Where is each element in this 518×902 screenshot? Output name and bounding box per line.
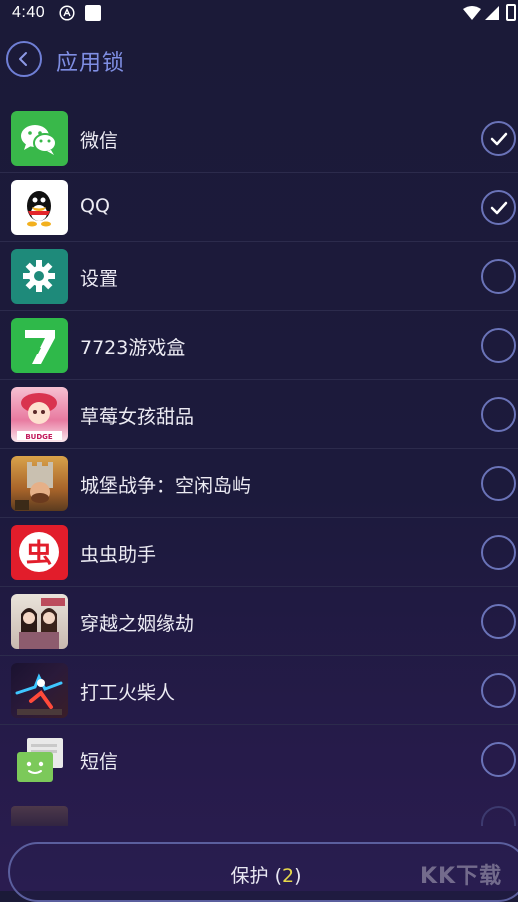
lock-toggle[interactable]: [481, 397, 516, 432]
app-name: 草莓女孩甜品: [80, 406, 195, 428]
protect-label-text: 保护: [230, 865, 269, 887]
checkmark-icon: [490, 201, 508, 215]
lock-toggle-checked[interactable]: [481, 190, 516, 225]
app-row-romance-game[interactable]: 穿越之姻缘劫: [0, 587, 518, 656]
notification-square-icon: [85, 5, 101, 21]
app-name: 7723游戏盒: [80, 337, 186, 359]
protect-open-paren: (: [274, 865, 282, 887]
watermark: KK下载: [420, 864, 503, 889]
qq-icon: [11, 180, 68, 235]
svg-text:虫: 虫: [26, 539, 52, 569]
lock-toggle[interactable]: [481, 604, 516, 639]
app-name: 虫虫助手: [80, 544, 157, 566]
signal-icon: [485, 6, 499, 20]
app-name: 城堡战争：空闲岛屿: [80, 475, 252, 497]
7723-icon: [11, 318, 68, 373]
app-name: QQ: [80, 195, 110, 217]
settings-gear-icon: [11, 249, 68, 304]
sms-icon: [11, 732, 68, 787]
app-row-wechat[interactable]: 微信: [0, 104, 518, 173]
back-button[interactable]: [6, 41, 42, 77]
protect-close-paren: ): [294, 865, 302, 887]
app-name: 穿越之姻缘劫: [80, 613, 195, 635]
app-row-chongchong[interactable]: 虫 虫虫助手: [0, 518, 518, 587]
lock-toggle[interactable]: [481, 673, 516, 708]
page-title: 应用锁: [56, 51, 126, 76]
app-name: 打工火柴人: [80, 682, 176, 704]
wechat-icon: [11, 111, 68, 166]
status-bar: 4:40: [0, 0, 518, 30]
app-row-7723[interactable]: 7723游戏盒: [0, 311, 518, 380]
protect-count: 2: [281, 865, 295, 887]
app-row-qq[interactable]: QQ: [0, 173, 518, 242]
app-row-sms[interactable]: 短信: [0, 725, 518, 794]
app-row-strawberry-girl[interactable]: BUDGE 草莓女孩甜品: [0, 380, 518, 449]
app-row-castle-war[interactable]: 城堡战争：空闲岛屿: [0, 449, 518, 518]
castle-war-icon: [11, 456, 68, 511]
checkmark-icon: [490, 132, 508, 146]
lock-toggle[interactable]: [481, 259, 516, 294]
battery-icon: [506, 4, 516, 21]
app-name: 设置: [80, 268, 119, 290]
chongchong-icon: 虫: [11, 525, 68, 580]
lock-toggle[interactable]: [481, 742, 516, 777]
lock-toggle[interactable]: [481, 535, 516, 570]
header: 应用锁: [0, 36, 518, 84]
wifi-icon: [463, 6, 481, 20]
partial-app-icon: [11, 806, 68, 826]
strawberry-girl-icon: BUDGE: [11, 387, 68, 442]
lock-toggle-checked[interactable]: [481, 121, 516, 156]
svg-text:BUDGE: BUDGE: [25, 433, 53, 441]
partial-lock-toggle: [481, 806, 516, 826]
app-row-stickman[interactable]: 打工火柴人: [0, 656, 518, 725]
app-name: 短信: [80, 751, 119, 773]
lock-toggle[interactable]: [481, 466, 516, 501]
app-row-settings[interactable]: 设置: [0, 242, 518, 311]
chevron-left-icon: [19, 52, 27, 66]
notification-a-icon: [59, 5, 75, 21]
app-name: 微信: [80, 130, 119, 152]
romance-game-icon: [11, 594, 68, 649]
lock-toggle[interactable]: [481, 328, 516, 363]
stickman-icon: [11, 663, 68, 718]
status-time: 4:40: [12, 4, 46, 21]
